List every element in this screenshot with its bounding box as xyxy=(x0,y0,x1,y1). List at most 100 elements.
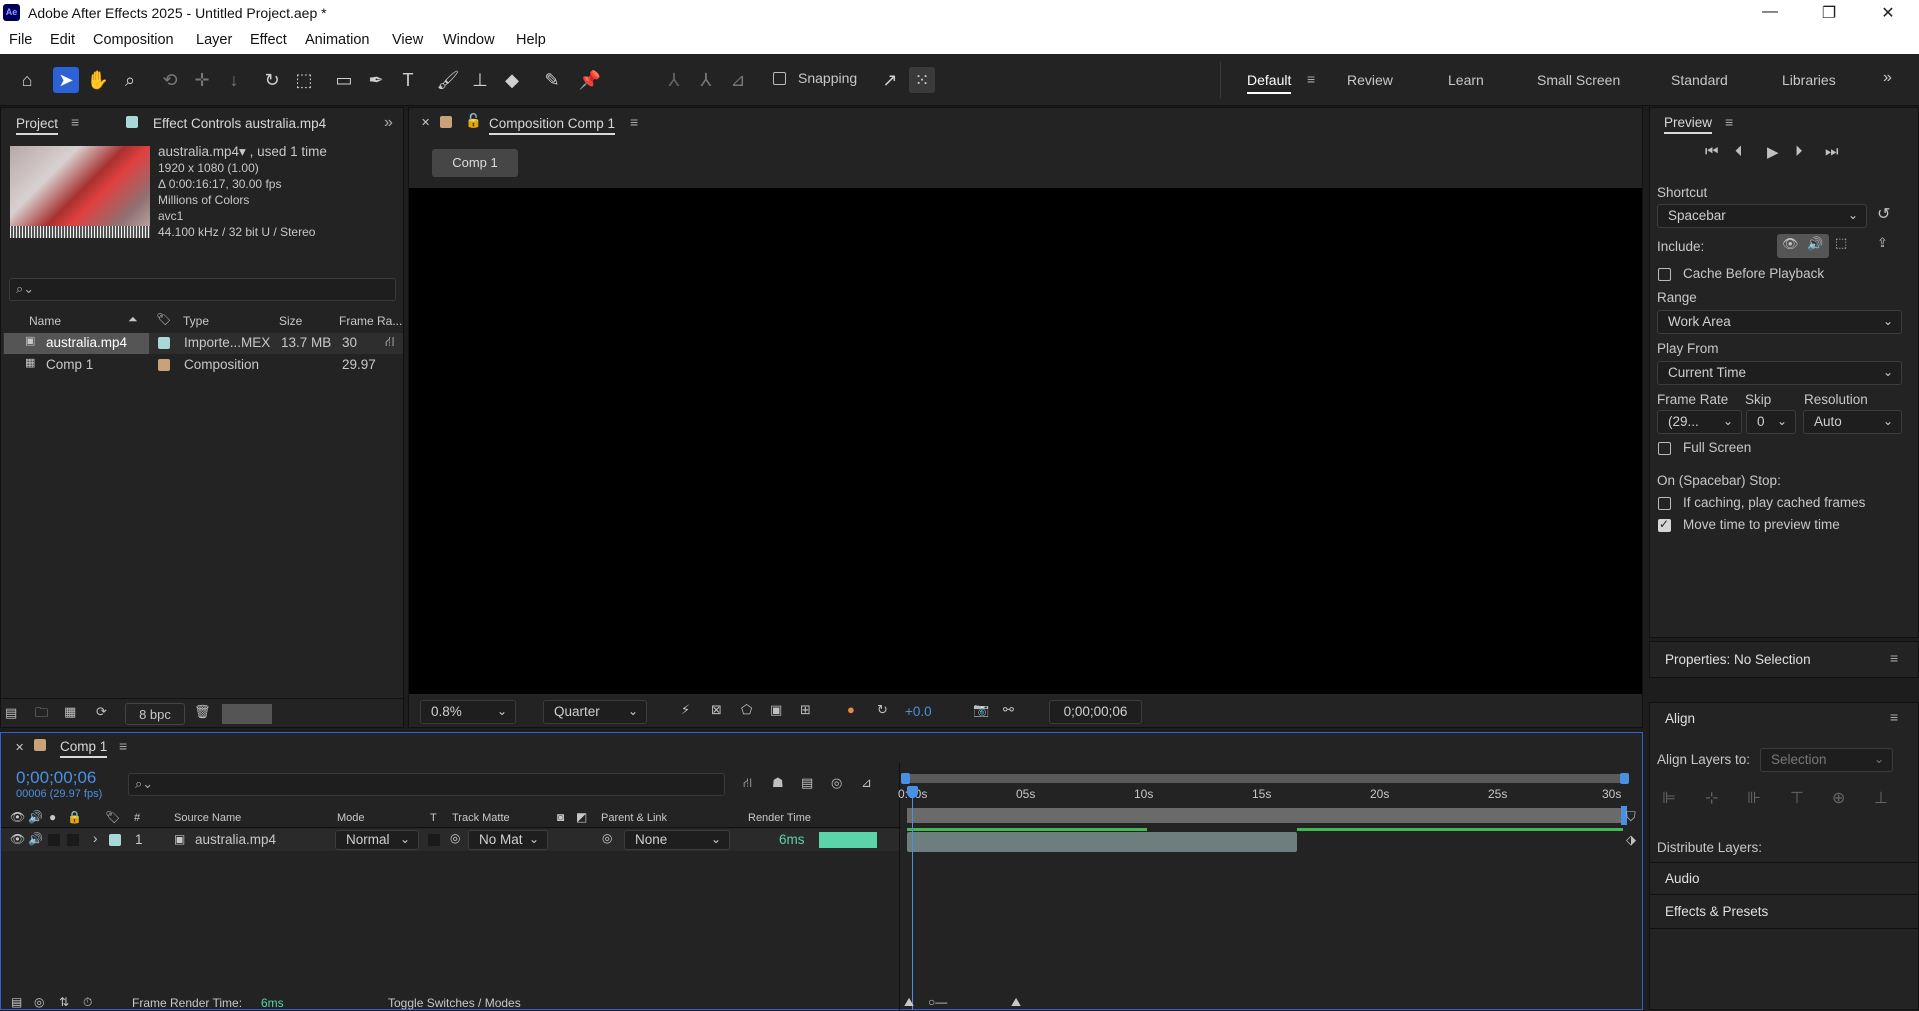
if-caching-checkbox[interactable] xyxy=(1658,497,1671,510)
zoom-out-icon[interactable]: ⛰ xyxy=(904,995,914,1010)
layer-label-swatch[interactable] xyxy=(109,834,121,846)
label-column-icon[interactable]: 🏷 xyxy=(156,312,171,326)
composition-mini-flowchart-icon[interactable]: ⛙ xyxy=(743,775,752,793)
work-area-bar[interactable] xyxy=(907,808,1623,823)
blend-mode-dropdown[interactable]: Normal ⌄ xyxy=(335,830,419,850)
snap-features-icon[interactable]: ⁙ xyxy=(909,67,935,93)
time-navigator-bar[interactable] xyxy=(901,773,1629,784)
menu-help[interactable]: Help xyxy=(516,32,546,48)
parent-dropdown[interactable]: None ⌄ xyxy=(624,830,730,850)
column-type[interactable]: Type xyxy=(183,314,209,328)
menu-effect[interactable]: Effect xyxy=(250,32,287,48)
align-title[interactable]: Align xyxy=(1665,711,1695,726)
anchor-point-tool-icon[interactable]: ⬚ xyxy=(291,67,317,93)
tab-timeline-comp1[interactable]: Comp 1 xyxy=(60,739,108,758)
home-icon[interactable]: ⌂ xyxy=(14,67,40,93)
parent-pickwhip-icon[interactable]: ◎ xyxy=(602,831,612,845)
puppet-tool-icon[interactable]: 📌 xyxy=(577,67,603,93)
project-menu-icon[interactable]: ≡ xyxy=(71,114,79,130)
view-axis-icon[interactable]: ⊿ xyxy=(725,67,751,93)
rotation-tool-icon[interactable]: ↻ xyxy=(259,67,285,93)
align-bottom-icon[interactable]: ⊥ xyxy=(1874,788,1888,808)
zoom-slider-icon[interactable]: ○— xyxy=(928,995,947,1009)
audio-speaker-icon[interactable]: 🔊 xyxy=(28,810,43,824)
timeline-current-time[interactable]: 0;00;00;06 xyxy=(16,768,96,788)
close-icon[interactable]: ✕ xyxy=(1873,3,1903,23)
delete-icon[interactable]: 🗑 xyxy=(194,704,211,720)
menu-layer[interactable]: Layer xyxy=(196,32,232,48)
timeline-menu-icon[interactable]: ≡ xyxy=(119,738,127,754)
workspace-menu-icon[interactable]: ≡ xyxy=(1307,71,1315,87)
menu-composition[interactable]: Composition xyxy=(93,32,174,48)
region-of-interest-icon[interactable]: ▣ xyxy=(770,702,782,718)
new-composition-icon[interactable]: ▦ xyxy=(64,704,76,720)
show-snapshot-icon[interactable]: ⚯ xyxy=(1003,702,1014,718)
playhead-handle[interactable] xyxy=(907,786,918,798)
align-right-icon[interactable]: ⊪ xyxy=(1747,788,1761,808)
properties-menu-icon[interactable]: ≡ xyxy=(1890,650,1898,666)
tab-effect-controls[interactable]: Effect Controls australia.mp4 xyxy=(153,116,326,131)
frame-rate-dropdown[interactable]: (29... ⌄ xyxy=(1657,410,1742,434)
project-search-input[interactable]: ⌕⌄ xyxy=(9,278,396,301)
lock-icon[interactable]: 🔒 xyxy=(67,810,82,824)
mask-visibility-icon[interactable]: ⬠ xyxy=(741,702,752,718)
workspace-libraries[interactable]: Libraries xyxy=(1782,72,1836,88)
resolution-dropdown[interactable]: Quarter ⌄ xyxy=(543,700,647,724)
shy-layers-icon[interactable]: ☗ xyxy=(772,775,784,791)
snapping-checkbox[interactable] xyxy=(773,72,786,85)
local-axis-icon[interactable]: ⅄ xyxy=(661,67,687,93)
align-left-icon[interactable]: ⊫ xyxy=(1662,788,1676,808)
properties-title[interactable]: Properties: No Selection xyxy=(1665,652,1811,667)
snapshot-camera-icon[interactable]: 📷 xyxy=(973,702,989,718)
label-column-icon[interactable]: 🏷 xyxy=(105,810,120,824)
preserve-transparency-toggle[interactable] xyxy=(428,834,440,846)
type-tool-icon[interactable]: T xyxy=(395,67,421,93)
channel-icon[interactable]: ● xyxy=(847,702,855,717)
comp-marker-bin-icon[interactable]: ⛉ xyxy=(1626,809,1636,825)
skip-dropdown[interactable]: 0 ⌄ xyxy=(1746,410,1796,434)
minimize-icon[interactable]: — xyxy=(1755,3,1785,21)
layer-switches-icon[interactable]: ▤ xyxy=(11,995,22,1009)
lock-icon[interactable]: 🔓 xyxy=(465,113,482,129)
track-matte-pickwhip-icon[interactable]: ◎ xyxy=(450,831,460,845)
align-top-icon[interactable]: ⊤ xyxy=(1790,788,1804,808)
workspace-small-screen[interactable]: Small Screen xyxy=(1537,72,1620,88)
composition-viewer[interactable] xyxy=(409,188,1642,694)
layer-duration-bar[interactable] xyxy=(907,832,1297,852)
more-workspaces-icon[interactable]: » xyxy=(1883,69,1892,87)
cache-before-playback-checkbox[interactable] xyxy=(1658,268,1671,281)
motion-blur-icon[interactable]: ◎ xyxy=(831,775,842,791)
align-vertical-center-icon[interactable]: ⊕ xyxy=(1832,788,1845,808)
project-item-row[interactable]: ▦ Comp 1 Composition 29.97 xyxy=(3,355,403,376)
menu-animation[interactable]: Animation xyxy=(305,32,369,48)
move-time-checkbox[interactable] xyxy=(1658,517,1671,532)
brush-tool-icon[interactable]: 🖌 xyxy=(435,67,461,93)
workspace-standard[interactable]: Standard xyxy=(1671,72,1728,88)
zoom-in-icon[interactable]: ⛰ xyxy=(1011,995,1021,1010)
orbit-camera-tool-icon[interactable]: ⟲ xyxy=(157,67,183,93)
current-time-display[interactable]: 0;00;00;06 xyxy=(1049,700,1142,724)
timeline-layer-row[interactable]: 👁 🔊 › 1 ▣ australia.mp4 Normal ⌄ ◎ No Mat… xyxy=(1,829,901,851)
label-color-swatch[interactable] xyxy=(158,337,170,349)
frame-blending-icon[interactable]: ▤ xyxy=(801,775,813,791)
tab-composition-comp1[interactable]: Composition Comp 1 xyxy=(489,116,616,135)
first-frame-icon[interactable]: ⏮ xyxy=(1705,143,1719,160)
next-frame-icon[interactable]: ⏵ xyxy=(1795,143,1803,160)
transparency-grid-icon[interactable]: ⊠ xyxy=(711,702,722,718)
clone-stamp-tool-icon[interactable]: ⊥ xyxy=(467,67,493,93)
exposure-value[interactable]: +0.0 xyxy=(905,704,932,719)
align-menu-icon[interactable]: ≡ xyxy=(1890,709,1898,725)
new-folder-icon[interactable]: 🗀 xyxy=(35,704,48,726)
thumbnail-slider[interactable] xyxy=(222,704,272,724)
composition-menu-icon[interactable]: ≡ xyxy=(630,114,638,130)
column-source-name[interactable]: Source Name xyxy=(174,812,241,824)
panel-expand-icon[interactable]: » xyxy=(384,114,393,132)
menu-file[interactable]: File xyxy=(9,32,32,48)
interpret-footage-icon[interactable]: ▤ xyxy=(5,705,17,721)
graph-editor-icon[interactable]: ⊿ xyxy=(861,775,872,791)
restore-icon[interactable]: ❐ xyxy=(1814,3,1844,23)
column-frame-rate[interactable]: Frame Ra... xyxy=(339,314,402,328)
reset-exposure-icon[interactable]: ↻ xyxy=(877,702,888,718)
fast-previews-icon[interactable]: ⚡ xyxy=(681,702,690,718)
audio-speaker-icon[interactable]: 🔊 xyxy=(1807,236,1823,252)
